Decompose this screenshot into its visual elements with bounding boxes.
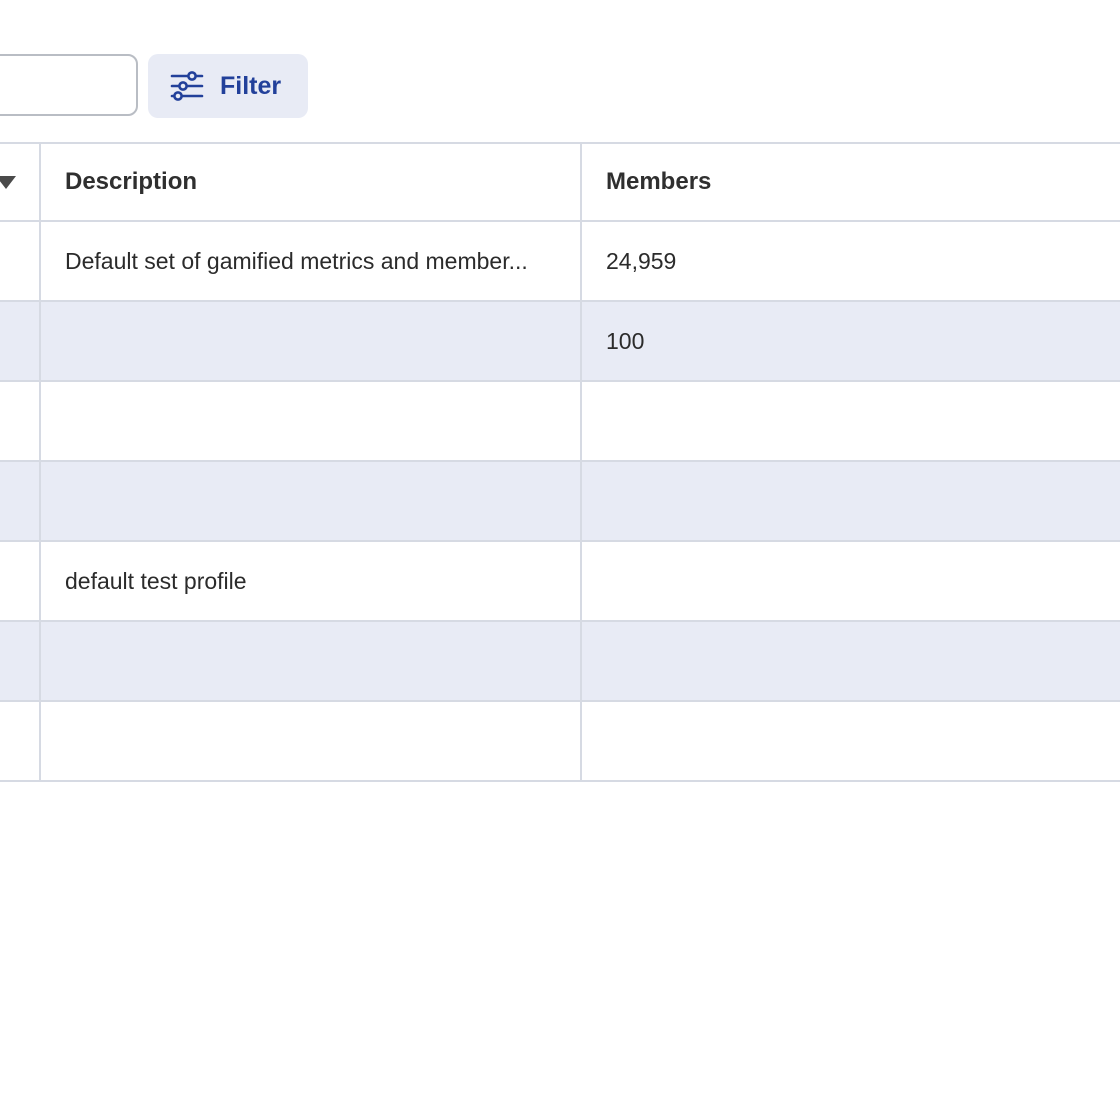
members-cell (582, 702, 1120, 780)
description-cell (41, 302, 582, 380)
members-cell: 100 (606, 327, 645, 354)
table-row[interactable] (0, 382, 1120, 462)
table-row[interactable]: default test profile (0, 542, 1120, 622)
filter-label: Filter (220, 71, 282, 100)
search-field[interactable] (0, 54, 138, 116)
table-header-row: Description Members (0, 144, 1120, 222)
table-row[interactable] (0, 462, 1120, 542)
table-row[interactable] (0, 702, 1120, 782)
column-header-name[interactable] (0, 144, 41, 220)
search-input[interactable] (0, 56, 136, 114)
members-cell (582, 462, 1120, 540)
data-table: Description Members Default set of gamif… (0, 142, 1120, 782)
column-header-members[interactable]: Members (582, 144, 1120, 220)
sliders-icon (170, 71, 204, 101)
description-cell: default test profile (41, 542, 582, 620)
description-cell (41, 462, 582, 540)
name-cell (0, 462, 41, 540)
name-cell (0, 222, 41, 300)
name-cell (0, 702, 41, 780)
description-cell (41, 702, 582, 780)
members-cell: 24,959 (606, 247, 677, 274)
name-cell (0, 302, 41, 380)
table-row[interactable]: 100 (0, 302, 1120, 382)
caret-down-icon[interactable] (0, 176, 16, 189)
name-cell (0, 622, 41, 700)
description-cell (41, 382, 582, 460)
description-cell (41, 622, 582, 700)
column-header-description[interactable]: Description (41, 144, 582, 220)
members-cell (582, 542, 1120, 620)
table-row[interactable] (0, 622, 1120, 702)
page: Filter Description Members Default set o… (0, 0, 1120, 1120)
members-cell (582, 382, 1120, 460)
description-cell: Default set of gamified metrics and memb… (41, 222, 582, 300)
name-cell (0, 542, 41, 620)
members-cell (582, 622, 1120, 700)
table-row[interactable]: Default set of gamified metrics and memb… (0, 222, 1120, 302)
name-cell (0, 382, 41, 460)
filter-button[interactable]: Filter (148, 54, 308, 118)
